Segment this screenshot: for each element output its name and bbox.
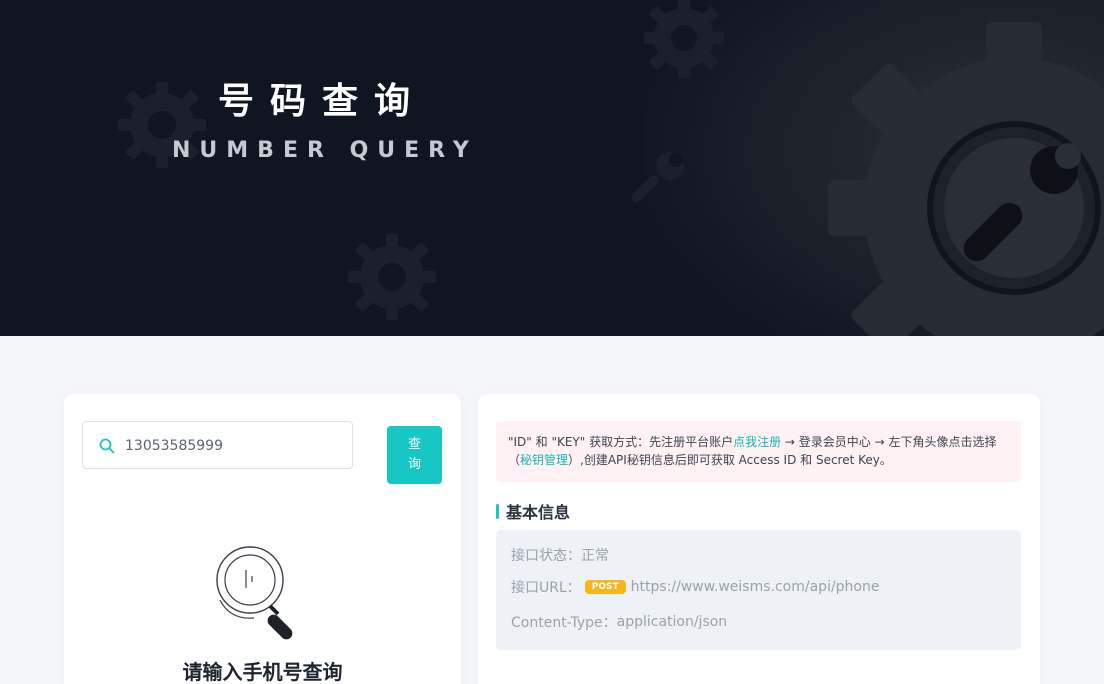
url-value: https://www.weisms.com/api/phone	[630, 579, 880, 595]
url-label: 接口URL：	[511, 580, 581, 596]
magnifier-illustration-icon	[216, 546, 293, 640]
hero-banner: 号码查询 NUMBER QUERY	[0, 0, 1104, 336]
section-accent-bar	[496, 503, 499, 519]
basic-info-box: 接口状态： 正常 接口URL： POST https://www.weisms.…	[496, 530, 1021, 650]
status-label: 接口状态：	[511, 548, 581, 564]
url-row: 接口URL： POST https://www.weisms.com/api/p…	[511, 577, 879, 597]
register-link[interactable]: 点我注册	[733, 435, 781, 449]
notice-box: "ID" 和 "KEY" 获取方式：先注册平台账户点我注册 → 登录会员中心 →…	[496, 421, 1021, 482]
content-type-label: Content-Type：	[511, 615, 617, 631]
section-title-text: 基本信息	[506, 503, 571, 522]
notice-text: "ID" 和 "KEY" 获取方式：先注册平台账户	[508, 435, 734, 449]
search-icon	[99, 438, 115, 454]
gear-wrench-icon	[828, 22, 1104, 336]
query-button[interactable]: 查询	[387, 426, 442, 484]
section-title: 基本信息	[496, 500, 570, 522]
content-type-row: Content-Type： application/json	[511, 612, 727, 632]
phone-number-input[interactable]	[125, 435, 345, 457]
status-value: 正常	[581, 548, 609, 564]
wrench-icon	[631, 152, 684, 203]
gear-icon	[644, 0, 724, 78]
content-type-value: application/json	[616, 614, 728, 630]
query-card: 查询 请输入手机号查询	[64, 394, 461, 684]
secret-key-link[interactable]: 秘钥管理	[520, 453, 568, 467]
page-title: 号码查询	[218, 81, 427, 122]
api-info-card: "ID" 和 "KEY" 获取方式：先注册平台账户点我注册 → 登录会员中心 →…	[478, 394, 1040, 684]
status-row: 接口状态： 正常	[511, 545, 609, 565]
search-box[interactable]	[82, 421, 353, 469]
method-badge: POST	[584, 580, 626, 594]
gear-icon	[348, 234, 436, 320]
notice-text: ）,创建API秘钥信息后即可获取 Access ID 和 Secret Key。	[568, 453, 892, 467]
empty-state-text: 请输入手机号查询	[182, 660, 343, 684]
page-subtitle: NUMBER QUERY	[172, 138, 478, 163]
